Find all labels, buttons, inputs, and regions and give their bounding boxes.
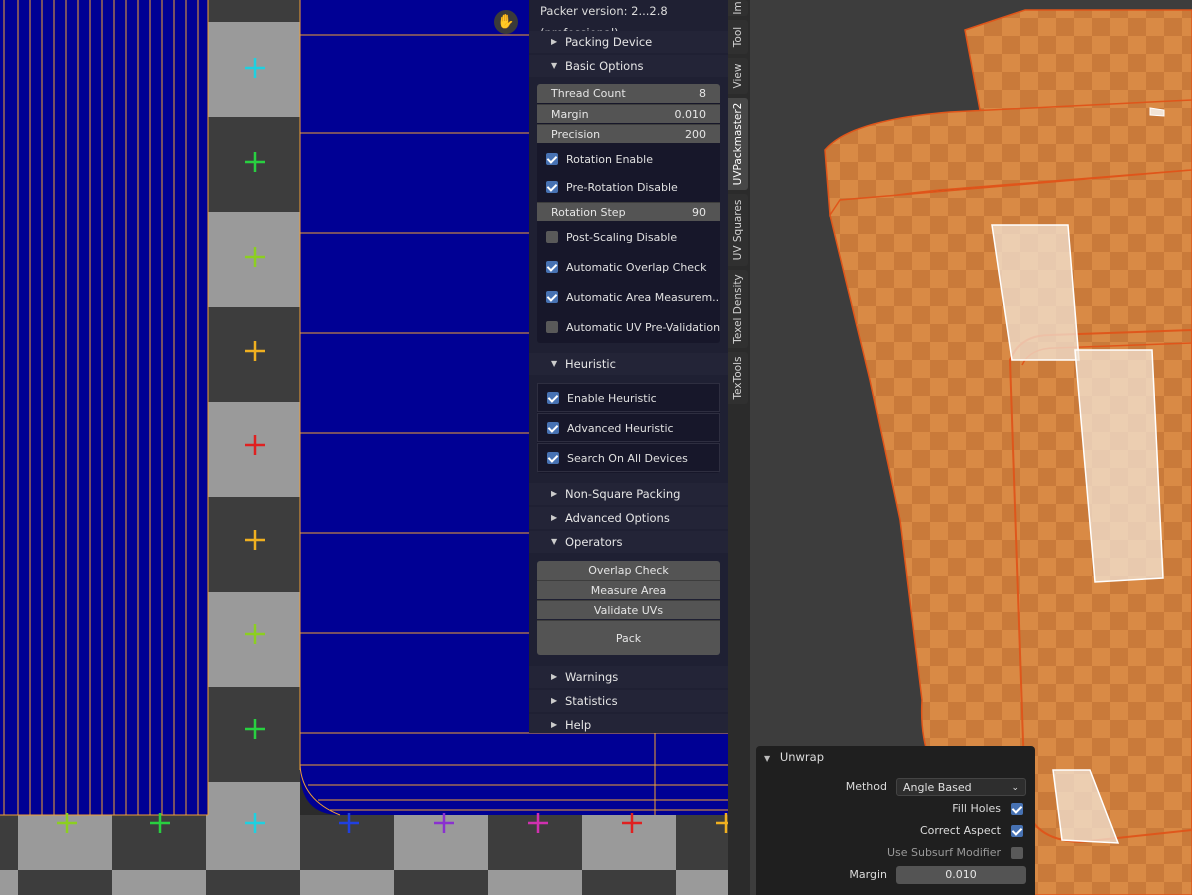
checkmark-icon[interactable] [546,261,558,273]
checkmark-icon[interactable] [1011,803,1023,815]
checkbox-off-icon[interactable] [546,231,558,243]
operators-group: Overlap Check Measure Area Validate UVs … [537,561,720,655]
panel-warnings[interactable]: ▶ Warnings [529,666,728,688]
triangle-down-icon: ▼ [551,61,558,70]
checkmark-icon[interactable] [547,392,559,404]
checkmark-icon[interactable] [547,452,559,464]
unwrap-margin-row: Margin 0.010 [756,865,1035,885]
uvpackmaster-panel: Packer version: 2...2.8 (professional) ▶… [529,0,728,733]
overlap-check-button[interactable]: Overlap Check [537,561,720,580]
chevron-down-icon: ⌄ [1011,783,1019,793]
precision-field[interactable]: Precision 200 [537,124,720,143]
panel-help[interactable]: ▶ Help [529,714,728,733]
pre-rotation-disable-checkbox[interactable]: Pre-Rotation Disable [537,173,720,202]
triangle-right-icon: ▶ [551,513,558,522]
auto-area-measurement-checkbox[interactable]: Automatic Area Measurem... [537,283,720,312]
tab-view[interactable]: View [728,58,748,94]
panel-advanced-options[interactable]: ▶ Advanced Options [529,507,728,529]
triangle-down-icon: ▼ [551,359,558,368]
auto-overlap-check-checkbox[interactable]: Automatic Overlap Check [537,253,720,282]
checkmark-icon[interactable] [1011,825,1023,837]
triangle-down-icon: ▼ [764,754,771,763]
margin-field[interactable]: Margin 0.010 [537,104,720,123]
pack-button[interactable]: Pack [537,620,720,655]
use-subsurf-row[interactable]: Use Subsurf Modifier [756,843,1035,863]
thread-count-field[interactable]: Thread Count 8 [537,84,720,103]
panel-operators[interactable]: ▼ Operators [529,531,728,553]
checkbox-off-icon[interactable] [546,321,558,333]
measure-area-button[interactable]: Measure Area [537,580,720,599]
checkmark-icon[interactable] [546,153,558,165]
method-dropdown[interactable]: Angle Based ⌄ [896,778,1026,796]
tab-uvpackmaster2[interactable]: UVPackmaster2 [728,98,748,190]
triangle-right-icon: ▶ [551,720,558,729]
basic-options-group: Thread Count 8 Margin 0.010 Precision 200 R… [537,84,720,343]
panel-packing-device[interactable]: ▶ Packing Device [529,31,728,53]
checkmark-icon[interactable] [546,181,558,193]
post-scaling-disable-checkbox[interactable]: Post-Scaling Disable [537,223,720,252]
checkmark-icon[interactable] [547,422,559,434]
triangle-down-icon: ▼ [551,537,558,546]
enable-heuristic-checkbox[interactable]: Enable Heuristic [537,383,720,412]
unwrap-header[interactable]: ▼ Unwrap [764,750,824,764]
fill-holes-row[interactable]: Fill Holes [756,799,1035,819]
validate-uvs-button[interactable]: Validate UVs [537,600,720,619]
unwrap-margin-field[interactable]: 0.010 [896,866,1026,884]
triangle-right-icon: ▶ [551,672,558,681]
panel-basic-options[interactable]: ▼ Basic Options [529,55,728,77]
advanced-heuristic-checkbox[interactable]: Advanced Heuristic [537,413,720,442]
tab-tool[interactable]: Tool [728,20,748,54]
unwrap-operator-panel: ▼ Unwrap Method Angle Based ⌄ Fill Holes … [756,746,1035,895]
panel-non-square-packing[interactable]: ▶ Non-Square Packing [529,483,728,505]
correct-aspect-row[interactable]: Correct Aspect [756,821,1035,841]
panel-statistics[interactable]: ▶ Statistics [529,690,728,712]
unwrap-method-row: Method Angle Based ⌄ [756,777,1035,797]
tab-texel-density[interactable]: Texel Density [728,270,748,348]
panel-heuristic[interactable]: ▼ Heuristic [529,353,728,375]
triangle-right-icon: ▶ [551,696,558,705]
rotation-enable-checkbox[interactable]: Rotation Enable [537,145,720,174]
tab-image[interactable]: Im [728,0,748,16]
checkmark-icon[interactable] [546,291,558,303]
heuristic-group: Enable Heuristic Advanced Heuristic Sear… [537,383,720,473]
rotation-step-field[interactable]: Rotation Step 90 [537,202,720,221]
packer-version-label: Packer version: 2...2.8 (professional) [529,0,728,40]
tab-uv-squares[interactable]: UV Squares [728,194,748,266]
tab-textools[interactable]: TexTools [728,352,748,404]
checkbox-off-icon[interactable] [1011,847,1023,859]
sidebar-tabs: Im Tool View UVPackmaster2 UV Squares Te… [728,0,750,895]
triangle-right-icon: ▶ [551,37,558,46]
auto-uv-pre-validation-checkbox[interactable]: Automatic UV Pre-Validation [537,313,720,342]
triangle-right-icon: ▶ [551,489,558,498]
hand-icon[interactable]: ✋ [494,10,518,34]
search-all-devices-checkbox[interactable]: Search On All Devices [537,443,720,472]
